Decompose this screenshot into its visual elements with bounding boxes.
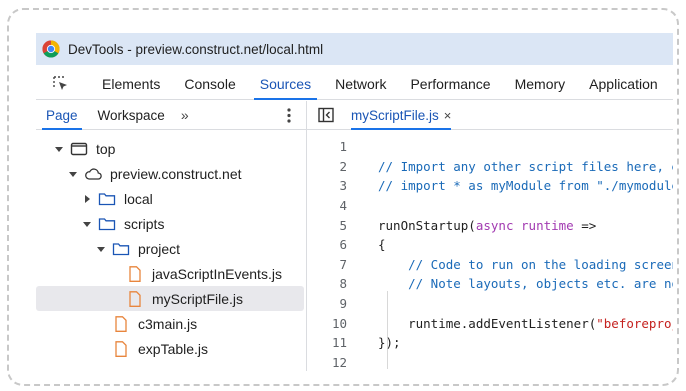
code-line: 1 <box>307 137 673 157</box>
code-line: 11 }); <box>307 333 673 353</box>
cloud-icon <box>85 167 102 180</box>
tree-item-label: expTable.js <box>138 340 209 357</box>
collapsed-arrow-icon[interactable] <box>82 194 92 204</box>
code-text: // Import any other script files here, e… <box>378 158 673 174</box>
expanded-arrow-icon[interactable] <box>82 219 92 229</box>
editor-file-tab[interactable]: myScriptFile.js × <box>351 101 452 130</box>
expanded-arrow-icon[interactable] <box>68 169 78 179</box>
tree-item-javascriptinevents-js[interactable]: javaScriptInEvents.js <box>36 261 304 286</box>
code-text: // Note layouts, objects etc. are not ye… <box>408 276 673 292</box>
line-number: 7 <box>339 256 347 272</box>
folder-icon <box>98 217 116 230</box>
tree-item-preview-construct-net[interactable]: preview.construct.net <box>36 161 304 186</box>
navigator-tab-bar: Page Workspace » <box>36 101 306 130</box>
line-number: 8 <box>339 276 347 292</box>
js-file-icon <box>115 315 127 332</box>
code-text: // Code to run on the loading screen. <box>378 256 673 272</box>
code-line: 9 <box>307 294 673 314</box>
tab-performance[interactable]: Performance <box>398 69 502 100</box>
tree-item-label: scripts <box>124 215 165 232</box>
code-line: 3 // import * as myModule from "./mymodu… <box>307 176 673 196</box>
line-number: 6 <box>339 237 347 253</box>
code-line: 4 <box>307 196 673 216</box>
expanded-arrow-icon[interactable] <box>96 244 106 254</box>
folder-icon <box>98 192 116 205</box>
code-text: // import * as myModule from "./mymodule… <box>378 178 673 194</box>
tree-item-project[interactable]: project <box>36 236 304 261</box>
tab-workspace[interactable]: Workspace <box>88 101 175 130</box>
devtools-window: DevTools - preview.construct.net/local.h… <box>36 33 673 371</box>
more-tabs-chevron-icon[interactable]: » <box>175 107 195 123</box>
tree-item-label: c3main.js <box>138 315 198 332</box>
frame-icon <box>70 142 88 155</box>
tree-item-c3main-js[interactable]: c3main.js <box>36 311 304 336</box>
line-number: 1 <box>339 139 347 155</box>
line-number: 2 <box>339 158 347 174</box>
close-tab-icon[interactable]: × <box>444 101 452 130</box>
tree-item-scripts[interactable]: scripts <box>36 211 304 236</box>
tree-item-label: myScriptFile.js <box>152 290 244 307</box>
tree-item-label: project <box>138 240 181 257</box>
editor-tab-bar: myScriptFile.js × <box>307 101 673 130</box>
code-text-highlighted: runtime.addEventListener("beforeprojects… <box>378 315 673 331</box>
tree-item-label: local <box>124 190 153 207</box>
line-number: 3 <box>339 178 347 194</box>
code-editor[interactable]: 1 2 // Import any other script files her… <box>307 131 673 371</box>
tab-memory[interactable]: Memory <box>503 69 578 100</box>
file-tree: top preview.construct.net local scripts … <box>36 131 306 371</box>
tree-item-myscriptfile-js[interactable]: myScriptFile.js <box>36 286 304 311</box>
code-line: 5 runOnStartup(async runtime => <box>307 215 673 235</box>
code-line: 7 // Code to run on the loading screen. <box>307 255 673 275</box>
tab-application[interactable]: Application <box>577 69 670 100</box>
tree-item-label: javaScriptInEvents.js <box>152 265 282 282</box>
line-number: 11 <box>331 335 347 351</box>
line-number: 9 <box>339 296 347 312</box>
window-titlebar: DevTools - preview.construct.net/local.h… <box>36 33 673 65</box>
code-line: 6 { <box>307 235 673 255</box>
code-text: { <box>378 237 386 253</box>
tree-item-label: preview.construct.net <box>110 165 242 182</box>
line-number: 12 <box>331 354 347 370</box>
code-text: }); <box>378 335 401 351</box>
chrome-logo-icon <box>42 40 60 58</box>
tab-sources[interactable]: Sources <box>248 69 323 100</box>
js-file-icon <box>129 290 141 307</box>
code-line: 10 runtime.addEventListener("beforeproje… <box>307 313 673 333</box>
editor-file-tab-label: myScriptFile.js <box>351 107 439 123</box>
tree-item-local[interactable]: local <box>36 186 304 211</box>
line-number: 5 <box>339 217 347 233</box>
tab-elements[interactable]: Elements <box>90 69 172 100</box>
folder-icon <box>112 242 130 255</box>
tree-item-top[interactable]: top <box>36 136 304 161</box>
js-file-icon <box>115 340 127 357</box>
js-file-icon <box>129 265 141 282</box>
code-text-highlighted: runOnStartup(async runtime => <box>378 217 597 233</box>
line-number: 4 <box>339 198 347 214</box>
toggle-navigator-icon[interactable] <box>318 107 334 123</box>
inspect-element-icon[interactable] <box>52 75 70 93</box>
more-options-icon[interactable] <box>282 101 296 130</box>
window-title: DevTools - preview.construct.net/local.h… <box>68 41 324 57</box>
code-line: 12 <box>307 353 673 371</box>
line-number: 10 <box>331 315 347 331</box>
code-line: 2 // Import any other script files here,… <box>307 157 673 177</box>
tree-item-label: top <box>96 140 116 157</box>
main-tab-bar: Elements Console Sources Network Perform… <box>36 69 673 100</box>
code-line: 8 // Note layouts, objects etc. are not … <box>307 274 673 294</box>
expanded-arrow-icon[interactable] <box>54 144 64 154</box>
tab-page[interactable]: Page <box>36 101 88 130</box>
tree-item-exptable-js[interactable]: expTable.js <box>36 336 304 361</box>
tab-console[interactable]: Console <box>172 69 247 100</box>
tab-network[interactable]: Network <box>323 69 398 100</box>
